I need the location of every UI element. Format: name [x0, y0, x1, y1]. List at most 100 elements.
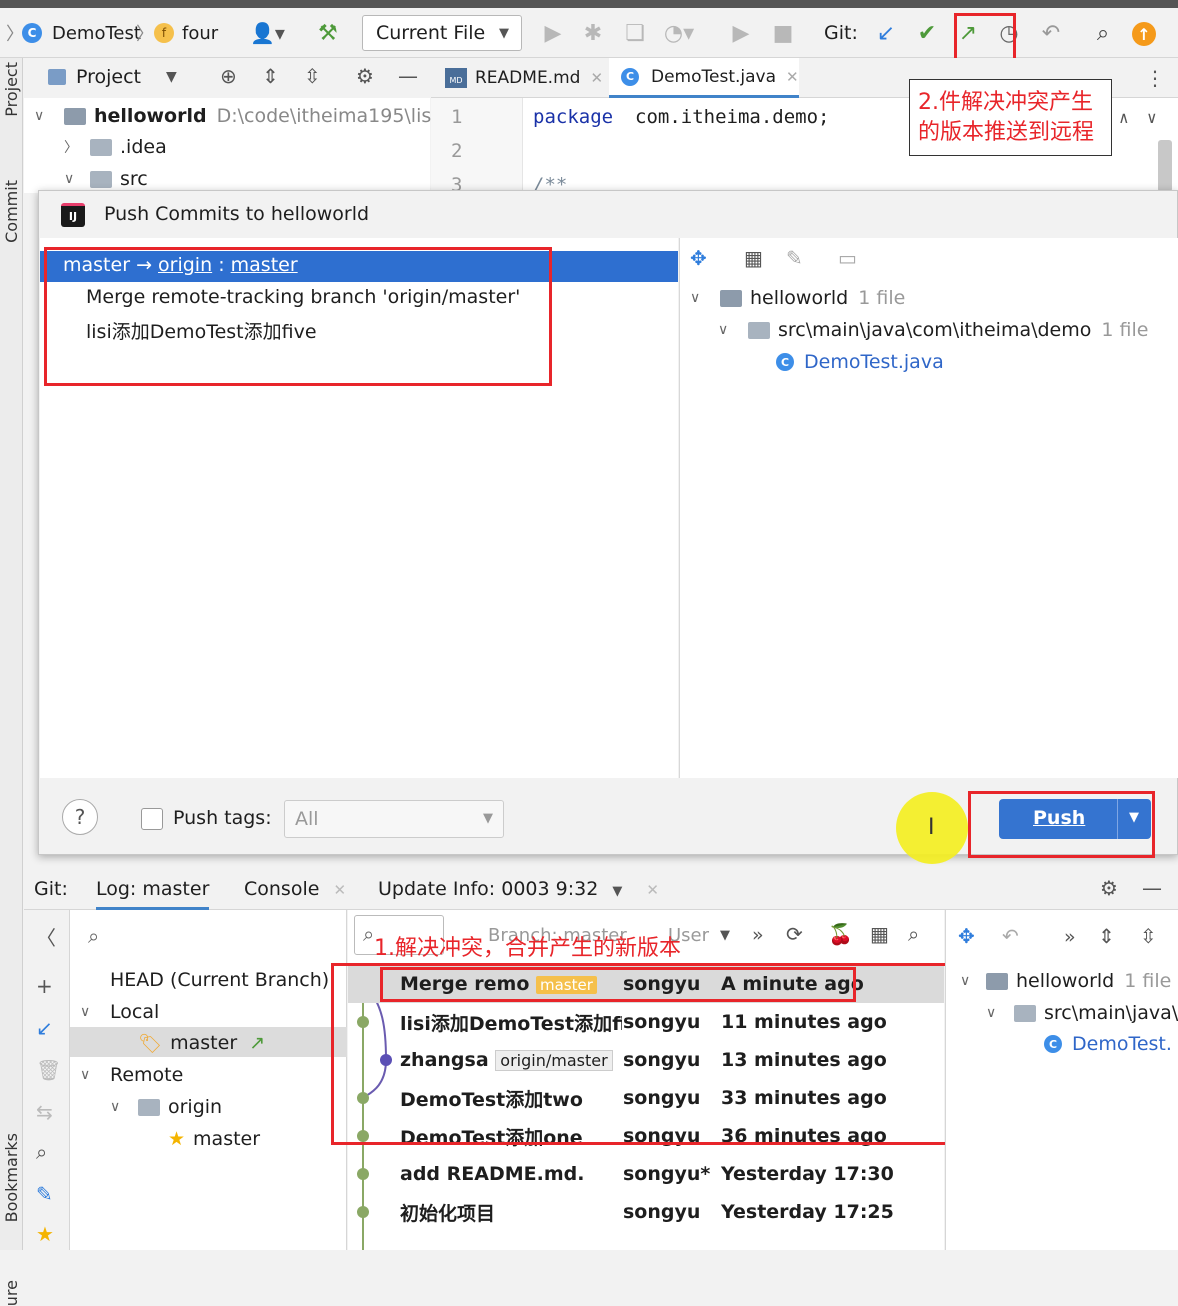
tab-console[interactable]: Console ✕ [244, 878, 346, 900]
git-update-icon[interactable]: ↙ [871, 18, 901, 48]
collapse-all-icon[interactable]: ⇳ [1140, 924, 1157, 948]
close-icon[interactable]: ✕ [590, 69, 603, 87]
tree-node-idea[interactable]: 〉 .idea [64, 132, 167, 162]
chevron-down-icon[interactable]: ▼ [720, 928, 730, 943]
close-icon[interactable]: ✕ [333, 881, 346, 899]
tree-node-helloworld[interactable]: ∨ helloworld D:\code\itheima195\lisi\ [34, 101, 443, 131]
git-commit-icon[interactable]: ✔ [912, 18, 942, 48]
update-available-icon[interactable]: ↑ [1132, 22, 1156, 46]
more-filters-icon[interactable]: » [752, 924, 764, 946]
branch-head[interactable]: HEAD (Current Branch) [110, 965, 329, 995]
git-tool-label: Git: [34, 878, 68, 900]
branch-local-master[interactable]: 🏷 master ↗ [138, 1028, 265, 1058]
run-icon[interactable]: ▶ [538, 18, 568, 48]
tab-demotest[interactable]: C DemoTest.java ✕ [609, 58, 799, 98]
branch-origin-master[interactable]: ★ master [168, 1124, 260, 1154]
chevron-up-icon[interactable]: ∧ [1119, 108, 1129, 127]
breadcrumb-four[interactable]: f four [154, 8, 218, 58]
module-folder-icon [986, 972, 1008, 990]
window-top-strip [0, 0, 1178, 8]
search-icon[interactable]: ⌕ [1088, 18, 1118, 48]
search-icon[interactable]: ⌕ [88, 924, 99, 948]
run-next-icon[interactable]: ▶ [726, 18, 756, 48]
help-button[interactable]: ? [62, 799, 98, 835]
push-tags-dropdown[interactable]: All ▼ [284, 800, 504, 838]
delete-icon[interactable]: 🗑 [36, 1058, 61, 1082]
star-icon[interactable]: ★ [36, 1222, 54, 1246]
breadcrumb-demotest[interactable]: C DemoTest [22, 8, 141, 58]
branch-group-local[interactable]: ∨ Local [80, 997, 159, 1027]
add-icon[interactable]: + [36, 974, 53, 998]
log-row[interactable]: 初始化项目 songyu Yesterday 17:25 [348, 1193, 944, 1231]
method-icon: f [154, 23, 174, 43]
user-icon[interactable]: 👤▾ [250, 8, 285, 58]
chevron-down-icon: ∨ [110, 1099, 121, 1115]
layout-icon[interactable]: ▦ [870, 922, 889, 946]
compare-icon[interactable]: ⇆ [36, 1100, 53, 1124]
fetch-icon[interactable]: ↙ [36, 1016, 53, 1040]
log-row[interactable]: add README.md. songyu* Yesterday 17:30 [348, 1155, 944, 1193]
left-tool-strip: Project Commit Bookmarks ure [0, 58, 23, 1306]
details-dir-node[interactable]: ∨ src\main\java\ [986, 998, 1178, 1028]
back-icon[interactable]: 〈 [36, 922, 56, 951]
structure-tool-tab[interactable]: ure [2, 1280, 21, 1306]
commit-tool-tab[interactable]: Commit [2, 180, 21, 243]
preview-icon[interactable]: ▭ [838, 246, 857, 270]
coverage-icon[interactable]: ❏ [620, 18, 650, 48]
locate-icon[interactable]: ⊕ [220, 64, 237, 88]
tab-update-info[interactable]: Update Info: 0003 9:32 ▼ ✕ [378, 878, 659, 900]
expand-arrows-icon[interactable]: ✥ [958, 924, 975, 948]
changed-files-pane: ✥ ▦ ✎ ▭ ∨ helloworld 1 file ∨ src\main\j… [679, 238, 1178, 778]
details-file-node[interactable]: C DemoTest. [1044, 1029, 1172, 1059]
build-hammer-icon[interactable]: ⚒ [318, 8, 338, 58]
push-tags-label: Push tags: [173, 807, 272, 829]
bookmarks-tool-tab[interactable]: Bookmarks [2, 1133, 21, 1222]
rollback-icon[interactable]: ↶ [1002, 924, 1019, 948]
search-icon[interactable]: ⌕ [36, 1140, 47, 1164]
rollback-icon[interactable]: ↶ [1036, 18, 1066, 48]
branch-group-origin[interactable]: ∨ origin [110, 1092, 222, 1122]
chevron-down-icon[interactable]: ▼ [166, 69, 177, 85]
gear-icon[interactable]: ⚙ [1100, 876, 1118, 900]
details-root-node[interactable]: ∨ helloworld 1 file [960, 966, 1171, 996]
minimize-icon[interactable]: — [398, 64, 418, 88]
chevron-down-icon[interactable]: ∨ [1147, 108, 1157, 127]
chevron-down-icon: ∨ [64, 171, 75, 187]
chevron-down-icon[interactable]: ▼ [612, 884, 622, 899]
minimize-icon[interactable]: — [1142, 876, 1162, 900]
line-number: 1 [451, 106, 463, 128]
group-by-icon[interactable]: ▦ [744, 246, 763, 270]
profile-icon[interactable]: ◔▾ [664, 18, 694, 48]
tab-readme[interactable]: MD README.md ✕ [445, 58, 603, 98]
files-file-node[interactable]: C DemoTest.java [776, 347, 944, 377]
files-dir-node[interactable]: ∨ src\main\java\com\itheima\demo 1 file [718, 315, 1148, 345]
annotation-merge-note: 1.解决冲突，合并产生的新版本 [374, 936, 681, 961]
close-icon[interactable]: ✕ [786, 68, 799, 86]
branch-group-remote[interactable]: ∨ Remote [80, 1060, 183, 1090]
collapse-all-icon[interactable]: ⇳ [304, 64, 321, 88]
tab-log[interactable]: Log: master [96, 866, 210, 910]
push-tags-checkbox[interactable] [141, 808, 163, 830]
project-tool-tab[interactable]: Project [2, 62, 21, 117]
expand-all-icon[interactable]: ⇕ [1098, 924, 1115, 948]
more-icon[interactable]: » [1064, 926, 1076, 948]
close-icon[interactable]: ✕ [646, 881, 659, 899]
expand-all-icon[interactable]: ⇕ [262, 64, 279, 88]
expand-arrows-icon[interactable]: ✥ [690, 246, 707, 270]
code-keyword: package [533, 106, 614, 128]
class-icon: C [1044, 1035, 1062, 1053]
editor-scrollbar[interactable] [1158, 140, 1172, 192]
project-view-title[interactable]: Project [76, 66, 141, 88]
run-config-dropdown[interactable]: Current File ▼ [362, 15, 522, 51]
stop-icon[interactable]: ■ [768, 18, 798, 48]
edit-icon[interactable]: ✎ [786, 246, 803, 270]
update-icon[interactable]: ✎ [36, 1182, 53, 1206]
search-icon[interactable]: ⌕ [908, 922, 919, 946]
cherry-pick-icon[interactable]: 🍒 [828, 922, 853, 946]
debug-icon[interactable]: ✱ [578, 18, 608, 48]
class-icon: C [22, 23, 42, 43]
files-root-node[interactable]: ∨ helloworld 1 file [690, 283, 905, 313]
refresh-icon[interactable]: ⟳ [786, 922, 803, 946]
gear-icon[interactable]: ⚙ [356, 64, 374, 88]
more-options-icon[interactable]: ⋮ [1145, 66, 1165, 90]
